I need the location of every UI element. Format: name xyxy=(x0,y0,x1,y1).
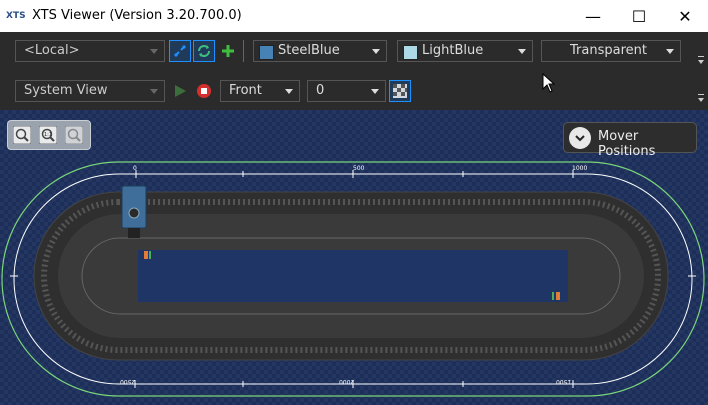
title-bar: XTS XTS Viewer (Version 3.20.700.0) — ☐ … xyxy=(0,0,708,32)
refresh-icon xyxy=(198,45,210,57)
side-select[interactable]: Front xyxy=(220,80,300,102)
index-select[interactable]: 0 xyxy=(307,80,386,102)
link-icon xyxy=(174,45,186,57)
color2-select[interactable]: LightBlue xyxy=(397,40,533,62)
chevron-down-icon xyxy=(150,89,158,94)
window-title: XTS Viewer (Version 3.20.700.0) xyxy=(32,8,242,23)
position-marker xyxy=(556,292,560,300)
grid-toggle-button[interactable] xyxy=(389,80,411,102)
mover-positions-button[interactable]: Mover Positions xyxy=(563,122,697,159)
plus-icon xyxy=(222,45,234,57)
target-select-value: <Local> xyxy=(24,43,80,58)
position-marker xyxy=(552,292,554,300)
lightblue-swatch xyxy=(403,45,418,60)
overflow-icon[interactable] xyxy=(698,94,704,102)
track-center-area xyxy=(138,250,568,302)
stop-icon xyxy=(197,84,211,98)
svg-text:1:1: 1:1 xyxy=(44,132,52,138)
chevron-down-icon xyxy=(371,89,379,94)
chevron-down-icon xyxy=(372,49,380,54)
zoom-out-icon[interactable] xyxy=(65,126,83,144)
add-button[interactable] xyxy=(217,40,239,62)
connect-button[interactable] xyxy=(169,40,191,62)
color3-select-value: Transparent xyxy=(570,43,647,58)
scale-label-top-0: 0 xyxy=(133,165,137,172)
zoom-reset-icon[interactable]: 1:1 xyxy=(39,126,57,144)
position-marker xyxy=(149,251,151,259)
overflow-icon[interactable] xyxy=(698,56,704,64)
scale-label-top-500: 500 xyxy=(353,165,365,172)
mover-positions-label: Mover Positions xyxy=(598,129,656,159)
color1-select[interactable]: SteelBlue xyxy=(253,40,387,62)
mouse-cursor-icon xyxy=(542,73,556,93)
toolbar-separator xyxy=(243,40,244,62)
app-logo: XTS xyxy=(6,11,26,21)
chevron-down-icon xyxy=(518,49,526,54)
scale-label-bottom-1500: 1500 xyxy=(556,378,572,385)
color3-select[interactable]: Transparent xyxy=(541,40,681,62)
maximize-button[interactable]: ☐ xyxy=(616,0,662,32)
play-icon xyxy=(175,85,186,97)
minimize-button[interactable]: — xyxy=(570,0,616,32)
checkerboard-icon xyxy=(393,84,407,98)
play-button[interactable] xyxy=(169,80,191,102)
chevron-down-icon xyxy=(569,127,591,149)
view-select-value: System View xyxy=(24,83,108,98)
position-marker xyxy=(144,251,148,259)
close-button[interactable]: ✕ xyxy=(662,0,708,32)
scale-label-bottom-2000: 2000 xyxy=(339,378,355,385)
chevron-down-icon xyxy=(150,49,158,54)
index-select-value: 0 xyxy=(316,83,325,98)
toolbar: <Local> SteelBlue LightBlue Transparent xyxy=(0,32,708,110)
refresh-button[interactable] xyxy=(193,40,215,62)
xts-viewport[interactable]: 0 500 1000 2500 2000 1500 1:1 Mover Posi… xyxy=(0,110,708,405)
zoom-in-icon[interactable] xyxy=(13,126,31,144)
side-select-value: Front xyxy=(229,83,262,98)
zoom-controls: 1:1 xyxy=(7,120,91,150)
scale-label-bottom-2500: 2500 xyxy=(120,378,136,385)
view-select[interactable]: System View xyxy=(15,80,165,102)
chevron-down-icon xyxy=(666,49,674,54)
color2-select-value: LightBlue xyxy=(422,43,484,58)
target-select[interactable]: <Local> xyxy=(15,40,165,62)
steelblue-swatch xyxy=(259,45,274,60)
scale-label-top-1000: 1000 xyxy=(572,165,588,172)
color1-select-value: SteelBlue xyxy=(278,43,340,58)
stop-button[interactable] xyxy=(193,80,215,102)
chevron-down-icon xyxy=(285,89,293,94)
